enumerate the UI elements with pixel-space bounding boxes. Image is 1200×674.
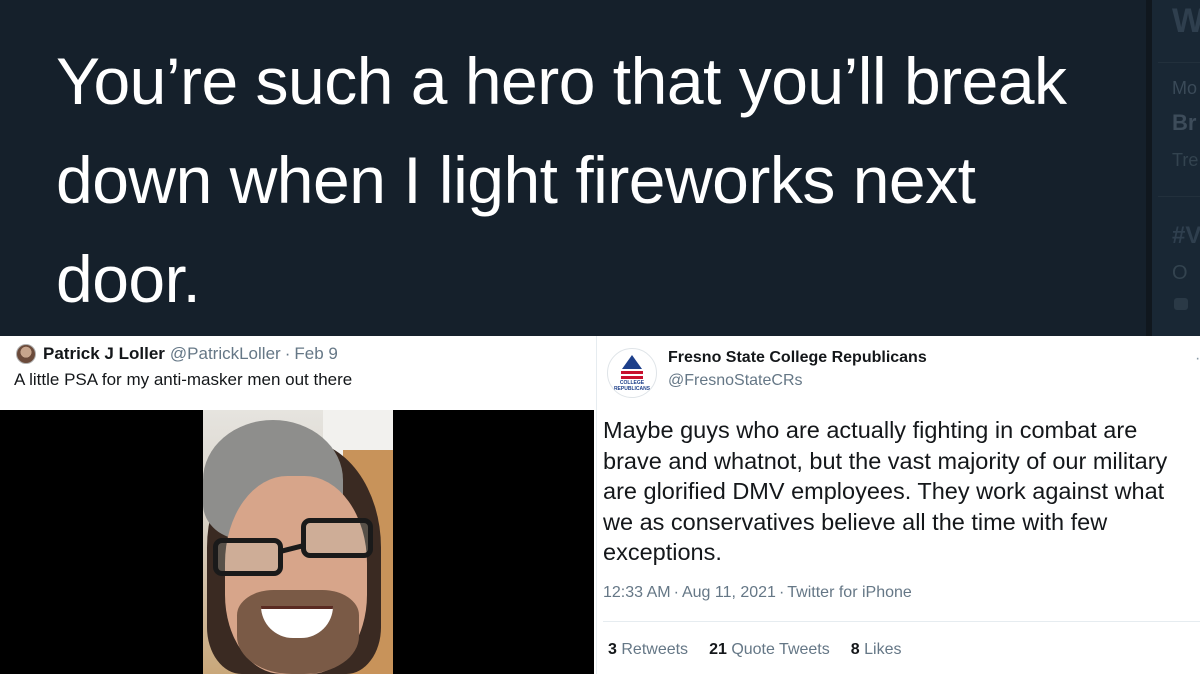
top-tweet-line: door. bbox=[56, 242, 201, 316]
quote-tweets-label: Quote Tweets bbox=[731, 641, 830, 658]
tweet-text: Maybe guys who are actually fighting in … bbox=[603, 415, 1200, 568]
tweet-text-line: exceptions. bbox=[603, 539, 722, 565]
glasses-left-lens bbox=[213, 538, 283, 576]
tweet-time[interactable]: 12:33 AM bbox=[603, 584, 671, 601]
left-tweet-header: Patrick J Loller @PatrickLoller · Feb 9 bbox=[16, 342, 338, 366]
video-frame bbox=[203, 410, 393, 674]
retweets-label: Retweets bbox=[621, 641, 689, 658]
sidebar-trend-title-fragment[interactable]: Br bbox=[1172, 110, 1196, 136]
tweet-date[interactable]: Aug 11, 2021 bbox=[682, 584, 776, 601]
logo-stripe bbox=[621, 376, 643, 379]
sidebar-divider bbox=[1158, 196, 1200, 197]
avatar[interactable] bbox=[16, 344, 36, 364]
author-name[interactable]: Patrick J Loller bbox=[43, 344, 165, 364]
likes-label: Likes bbox=[864, 641, 902, 658]
tweet-stats: 3 Retweets 21 Quote Tweets 8 Likes bbox=[608, 641, 922, 659]
tweet-source[interactable]: Twitter for iPhone bbox=[787, 584, 912, 601]
logo-stripe bbox=[621, 371, 643, 374]
sidebar-trend-meta-fragment: Mo bbox=[1172, 78, 1198, 98]
tweet-text-line: Maybe guys who are actually fighting in … bbox=[603, 417, 1138, 443]
video-player[interactable] bbox=[0, 410, 594, 674]
meta-separator: · bbox=[778, 584, 785, 601]
glasses-right-lens bbox=[301, 518, 373, 558]
sidebar-trend-sub-fragment: Tre bbox=[1172, 150, 1199, 170]
tweet-text-line: we as conservatives believe all the time… bbox=[603, 508, 1108, 535]
author-name[interactable]: Fresno State College Republicans bbox=[668, 349, 927, 367]
tweet-date[interactable]: Feb 9 bbox=[294, 344, 337, 364]
sidebar-hashtag-sub-fragment: O bbox=[1172, 262, 1188, 284]
tweet-metadata: 12:33 AM · Aug 11, 2021 · Twitter for iPhone bbox=[603, 584, 912, 602]
divider bbox=[603, 621, 1200, 622]
avatar[interactable]: COLLEGE REPUBLICANS bbox=[607, 348, 657, 398]
tweet-text-line: brave and whatnot, but the vast majority… bbox=[603, 447, 1168, 474]
author-handle[interactable]: @FresnoStateCRs bbox=[668, 372, 803, 390]
retweets-count: 3 bbox=[608, 641, 617, 658]
logo-arrow-icon bbox=[622, 355, 642, 369]
left-tweet-panel: Patrick J Loller @PatrickLoller · Feb 9 … bbox=[0, 336, 596, 674]
sidebar-divider bbox=[1158, 62, 1200, 63]
meta-separator: · bbox=[673, 584, 679, 601]
top-tweet-line: You’re such a hero that you’ll break bbox=[56, 44, 1067, 118]
quote-tweets-stat[interactable]: 21 Quote Tweets bbox=[709, 641, 830, 659]
retweets-stat[interactable]: 3 Retweets bbox=[608, 641, 688, 659]
meta-separator: · bbox=[284, 344, 291, 363]
logo-text: COLLEGE REPUBLICANS bbox=[613, 380, 651, 392]
image-icon bbox=[1174, 298, 1188, 310]
sidebar-heading-fragment: W bbox=[1172, 2, 1200, 41]
quote-tweets-count: 21 bbox=[709, 641, 727, 658]
likes-stat[interactable]: 8 Likes bbox=[851, 641, 902, 659]
tweet-text: A little PSA for my anti-masker men out … bbox=[14, 370, 353, 389]
tweet-text-line: are glorified DMV employees. They work a… bbox=[603, 478, 1165, 504]
likes-count: 8 bbox=[850, 641, 860, 658]
sidebar-hashtag-fragment[interactable]: #V bbox=[1172, 222, 1200, 250]
more-options-icon[interactable]: · bbox=[1195, 350, 1200, 368]
top-tweet-text: You’re such a hero that you’ll break dow… bbox=[56, 32, 1136, 329]
right-tweet-panel: COLLEGE REPUBLICANS Fresno State College… bbox=[596, 336, 1200, 674]
top-tweet-line: down when I light fireworks next bbox=[56, 143, 976, 217]
author-handle[interactable]: @PatrickLoller bbox=[170, 344, 281, 364]
top-tweet-panel: You’re such a hero that you’ll break dow… bbox=[0, 0, 1200, 336]
trends-sidebar-fragment: W Mo Br Tre #V O bbox=[1146, 0, 1200, 336]
